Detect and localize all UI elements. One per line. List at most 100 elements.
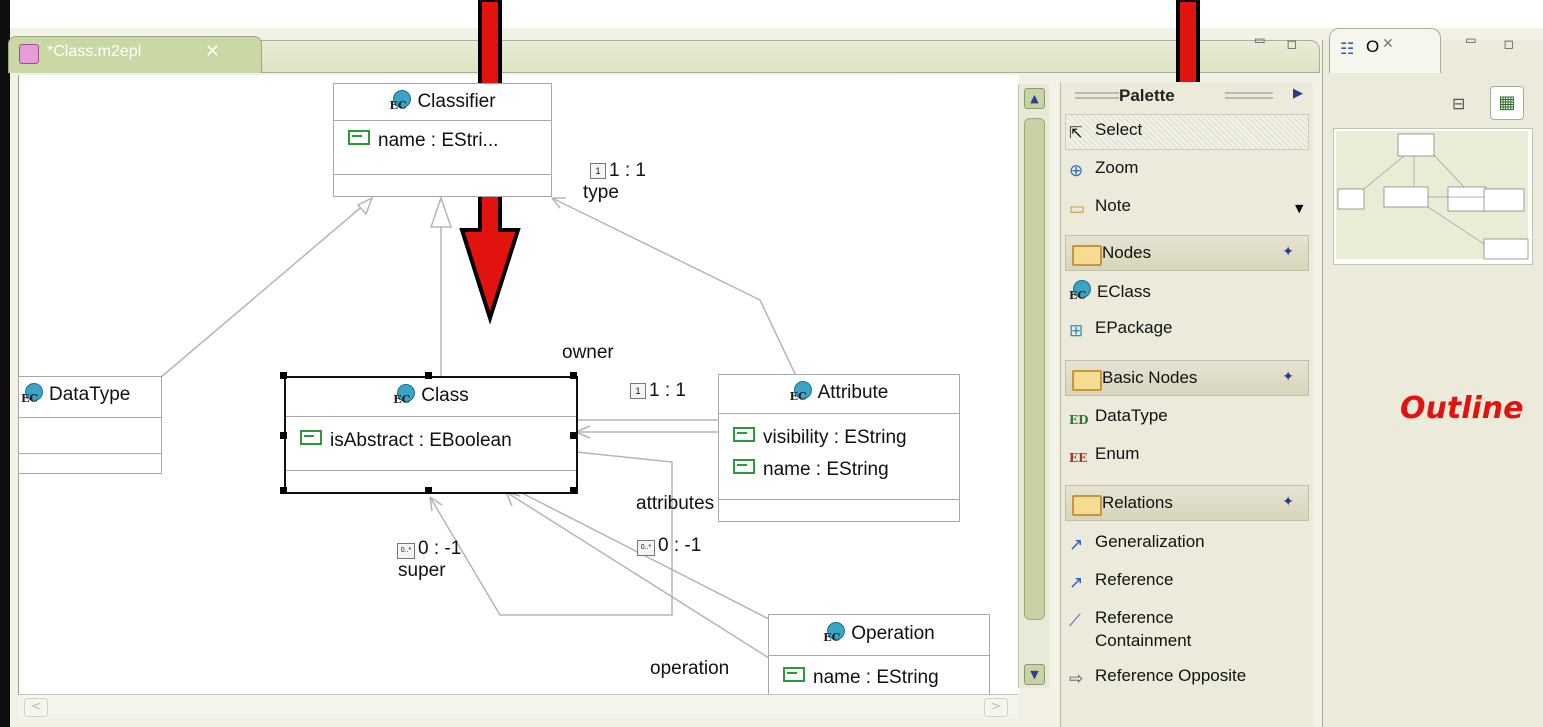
outline-show-tree-icon[interactable]: ⊟ <box>1452 94 1465 113</box>
pin-icon[interactable]: ✦ <box>1282 369 1294 385</box>
tool-eclass[interactable]: EC EClass <box>1069 280 1151 302</box>
tool-zoom[interactable]: ⊕ Zoom <box>1069 158 1139 180</box>
outline-thumbnail[interactable] <box>1333 128 1533 265</box>
tool-label: Reference Opposite <box>1095 666 1247 685</box>
multiplicity-one-icon: 1 <box>590 163 606 179</box>
tool-enum[interactable]: EE Enum <box>1069 444 1139 469</box>
scroll-right-icon[interactable]: > <box>984 698 1008 717</box>
operation-class-name: Operation <box>851 623 935 644</box>
datatype-generalization-arrow <box>356 196 374 216</box>
selection-handle[interactable] <box>280 432 287 439</box>
outline-diagram-preview <box>1337 133 1529 260</box>
tool-label: Enum <box>1095 444 1140 463</box>
scroll-left-icon[interactable]: < <box>24 698 48 717</box>
attribute-label: isAbstract : EBoolean <box>330 430 512 451</box>
operations-separator <box>719 499 959 500</box>
attribute-label: name : EStri... <box>378 130 499 151</box>
attribute-icon <box>733 427 755 442</box>
datatype-generalization-line <box>159 197 373 379</box>
palette-collapse-icon[interactable]: ▶ <box>1293 86 1303 101</box>
horizontal-scrollbar[interactable]: < > <box>18 694 1018 718</box>
scroll-thumb[interactable] <box>1024 118 1045 620</box>
generalization-icon: ↗ <box>1069 535 1084 554</box>
multiplicity-text: 1 : 1 <box>649 380 686 401</box>
multiplicity-text: 0 : -1 <box>418 538 462 559</box>
scroll-up-icon[interactable]: ▲ <box>1024 88 1045 109</box>
vertical-scrollbar[interactable]: ▲ ▼ <box>1018 84 1049 688</box>
tool-epackage[interactable]: ⊞ EPackage <box>1069 318 1173 340</box>
attribute-label: name : EString <box>813 667 939 688</box>
selection-handle[interactable] <box>570 372 577 379</box>
tools-more-icon[interactable]: ▼ <box>1295 202 1303 215</box>
drawer-nodes[interactable]: Nodes ✦ <box>1065 235 1309 271</box>
outline-tab[interactable]: ☷ O ✕ <box>1329 28 1441 73</box>
attribute-row: name : EString <box>783 667 939 689</box>
selection-handle[interactable] <box>280 372 287 379</box>
tool-label: Containment <box>1095 631 1192 650</box>
maximize-outline-icon[interactable]: ◻ <box>1504 34 1514 53</box>
minimize-outline-icon[interactable]: ▭ <box>1466 30 1476 49</box>
operation-node[interactable]: EC Operation name : EString <box>768 614 990 696</box>
scroll-down-icon[interactable]: ▼ <box>1024 664 1045 685</box>
attributes-multiplicity: 0..* 0 : -1 <box>637 535 701 557</box>
tool-note[interactable]: ▭ Note <box>1069 196 1131 218</box>
classifier-node[interactable]: EC Classifier name : EStri... <box>333 83 552 197</box>
tool-generalization[interactable]: ↗ Generalization <box>1069 532 1205 554</box>
outline-annotation: Outline <box>1400 391 1524 426</box>
package-icon: ⊞ <box>1069 321 1084 340</box>
eclass-icon: EC <box>393 384 416 406</box>
pin-icon[interactable]: ✦ <box>1282 244 1294 260</box>
datatype-node[interactable]: EC DataType <box>18 376 162 474</box>
owner-multiplicity: 11 : 1 <box>630 380 686 402</box>
datatype-name: DataType <box>49 384 131 405</box>
datatype-header: EC DataType <box>19 377 161 418</box>
tool-reference-opposite[interactable]: ⇨ Reference Opposite <box>1069 666 1247 688</box>
attribute-node[interactable]: EC Attribute visibility : EString name : … <box>718 374 960 522</box>
enum-icon: EE <box>1069 451 1088 465</box>
operation-header: EC Operation <box>769 615 989 656</box>
super-arrowhead <box>429 496 443 512</box>
tool-label: Generalization <box>1095 532 1205 551</box>
tool-select-label-row[interactable]: ⇱ Select <box>1069 120 1142 142</box>
multiplicity-text: 1 : 1 <box>609 160 646 181</box>
tool-datatype[interactable]: ED DataType <box>1069 406 1168 431</box>
selection-handle[interactable] <box>570 487 577 494</box>
class-node[interactable]: EC Class isAbstract : EBoolean <box>284 376 578 494</box>
selection-handle[interactable] <box>425 372 432 379</box>
selection-handle[interactable] <box>425 487 432 494</box>
palette-title: Palette <box>1119 86 1175 105</box>
drawer-basic-nodes[interactable]: Basic Nodes ✦ <box>1065 360 1309 396</box>
attribute-icon <box>348 130 370 145</box>
close-tab-icon[interactable]: ✕ <box>1382 36 1394 52</box>
eclass-icon: EC <box>823 622 846 644</box>
super-multiplicity: 0..* 0 : -1 <box>397 538 461 560</box>
pin-icon[interactable]: ✦ <box>1282 494 1294 510</box>
tool-label: EPackage <box>1095 318 1173 337</box>
opposite-icon: ⇨ <box>1069 669 1084 688</box>
drawer-label: Relations <box>1102 493 1173 512</box>
outline-tab-label: O <box>1366 37 1380 56</box>
attributes-label: attributes <box>636 493 715 514</box>
type-reference-arrowhead <box>551 197 566 209</box>
tool-reference-containment[interactable]: ⟋ Reference <box>1069 608 1173 630</box>
drawer-relations[interactable]: Relations ✦ <box>1065 485 1309 521</box>
tool-label: Zoom <box>1095 158 1139 177</box>
arrow-pointer-icon: ⇱ <box>1069 125 1083 142</box>
attribute-icon <box>783 667 805 682</box>
outline-show-overview-icon[interactable]: ▦ <box>1490 86 1524 120</box>
eclass-icon: EC <box>1069 280 1091 302</box>
drawer-label: Basic Nodes <box>1102 368 1198 387</box>
super-label: super <box>398 560 446 581</box>
folder-icon <box>1072 495 1102 516</box>
attribute-icon <box>733 459 755 474</box>
multiplicity-one-icon: 1 <box>630 383 646 399</box>
attribute-row: name : EString <box>733 459 889 481</box>
tool-reference[interactable]: ↗ Reference <box>1069 570 1173 592</box>
note-icon: ▭ <box>1069 199 1086 218</box>
operations-separator <box>334 174 551 175</box>
selection-handle[interactable] <box>280 487 287 494</box>
classifier-name: Classifier <box>417 91 496 112</box>
selection-handle[interactable] <box>570 432 577 439</box>
drawer-label: Nodes <box>1102 243 1152 262</box>
attribute-icon <box>300 430 322 445</box>
